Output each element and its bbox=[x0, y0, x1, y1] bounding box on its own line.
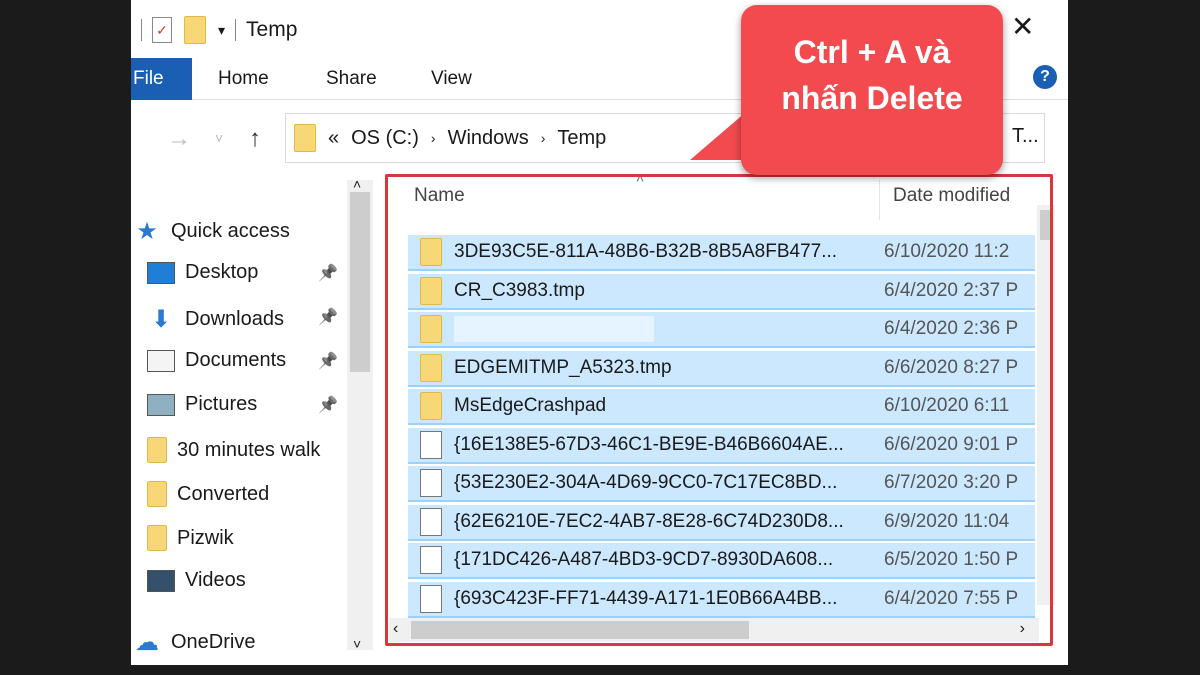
sidebar-item-label: Converted bbox=[177, 482, 270, 505]
sidebar-item-label: Pictures bbox=[185, 393, 258, 415]
document-icon bbox=[147, 349, 175, 372]
tab-file[interactable]: File bbox=[131, 58, 192, 100]
folder-icon bbox=[147, 437, 167, 463]
sidebar-item-label: Quick access bbox=[171, 220, 290, 242]
sidebar-item-videos[interactable]: Videos bbox=[147, 569, 246, 592]
instruction-callout: Ctrl + A và nhấn Delete bbox=[741, 5, 1003, 175]
close-icon[interactable]: ✕ bbox=[1011, 10, 1034, 43]
search-box[interactable]: T... bbox=[1004, 113, 1044, 163]
sidebar-item-label: Videos bbox=[185, 569, 246, 591]
divider bbox=[235, 19, 237, 41]
nav-scrollbar[interactable]: ˄ ˅ bbox=[347, 176, 373, 652]
folder-icon bbox=[294, 124, 316, 152]
sidebar-item-label: OneDrive bbox=[171, 631, 256, 653]
star-icon: ★ bbox=[136, 218, 158, 245]
sidebar-item-label: Desktop bbox=[185, 261, 259, 283]
window-title: Temp bbox=[246, 18, 298, 41]
tab-home[interactable]: Home bbox=[218, 68, 269, 90]
cloud-icon: ☁ bbox=[135, 629, 159, 656]
videos-icon bbox=[147, 569, 175, 592]
sidebar-item-pictures[interactable]: Pictures bbox=[147, 393, 257, 416]
pictures-icon bbox=[147, 393, 175, 416]
chevron-right-icon: › bbox=[430, 130, 436, 146]
customize-dropdown-icon[interactable]: ▾ bbox=[218, 22, 225, 39]
selection-highlight-box bbox=[385, 174, 1053, 646]
sidebar-item-documents[interactable]: Documents bbox=[147, 349, 286, 372]
breadcrumb-windows[interactable]: Windows bbox=[448, 127, 529, 150]
help-icon[interactable]: ? bbox=[1033, 65, 1057, 89]
sidebar-item-desktop[interactable]: Desktop bbox=[147, 261, 258, 284]
sidebar-item-converted[interactable]: Converted bbox=[147, 481, 269, 507]
desktop-icon bbox=[147, 261, 175, 284]
sidebar-item-label: Downloads bbox=[185, 308, 284, 330]
tab-view[interactable]: View bbox=[431, 68, 472, 90]
folder-icon bbox=[147, 481, 167, 507]
up-button[interactable]: ↑ bbox=[249, 125, 261, 153]
sidebar-item-downloads[interactable]: ⬇ Downloads bbox=[147, 305, 284, 334]
breadcrumb-os[interactable]: OS (C:) bbox=[351, 127, 419, 150]
properties-icon[interactable]: ✓ bbox=[152, 17, 172, 43]
pin-icon[interactable]: 📌 bbox=[318, 395, 338, 415]
recent-dropdown[interactable]: ˅ bbox=[215, 130, 223, 146]
divider bbox=[141, 19, 142, 41]
download-icon: ⬇ bbox=[150, 306, 172, 333]
overflow-chevron[interactable]: « bbox=[328, 127, 339, 150]
folder-icon bbox=[147, 525, 167, 551]
breadcrumb-temp[interactable]: Temp bbox=[557, 127, 606, 150]
pin-icon[interactable]: 📌 bbox=[318, 263, 338, 283]
sidebar-item-label: Documents bbox=[185, 349, 287, 371]
new-folder-icon[interactable] bbox=[184, 16, 206, 44]
callout-line-1: Ctrl + A và bbox=[793, 34, 951, 70]
sidebar-item-label: 30 minutes walk bbox=[177, 438, 321, 461]
sidebar-item-onedrive[interactable]: ☁ OneDrive bbox=[133, 628, 255, 657]
forward-button[interactable]: → bbox=[167, 125, 191, 153]
sidebar-item-quick-access[interactable]: ★ Quick access bbox=[133, 217, 290, 246]
chevron-right-icon: › bbox=[540, 130, 546, 146]
tab-share[interactable]: Share bbox=[326, 68, 377, 90]
quick-access-toolbar: ✓ ▾ Temp bbox=[131, 12, 297, 48]
pin-icon[interactable]: 📌 bbox=[318, 351, 338, 371]
sidebar-item-pizwik[interactable]: Pizwik bbox=[147, 525, 234, 551]
callout-line-2: nhấn Delete bbox=[781, 80, 963, 116]
sidebar-item-30-minutes-walk[interactable]: 30 minutes walk bbox=[147, 437, 320, 463]
pin-icon[interactable]: 📌 bbox=[318, 307, 338, 327]
sidebar-item-label: Pizwik bbox=[177, 526, 234, 549]
